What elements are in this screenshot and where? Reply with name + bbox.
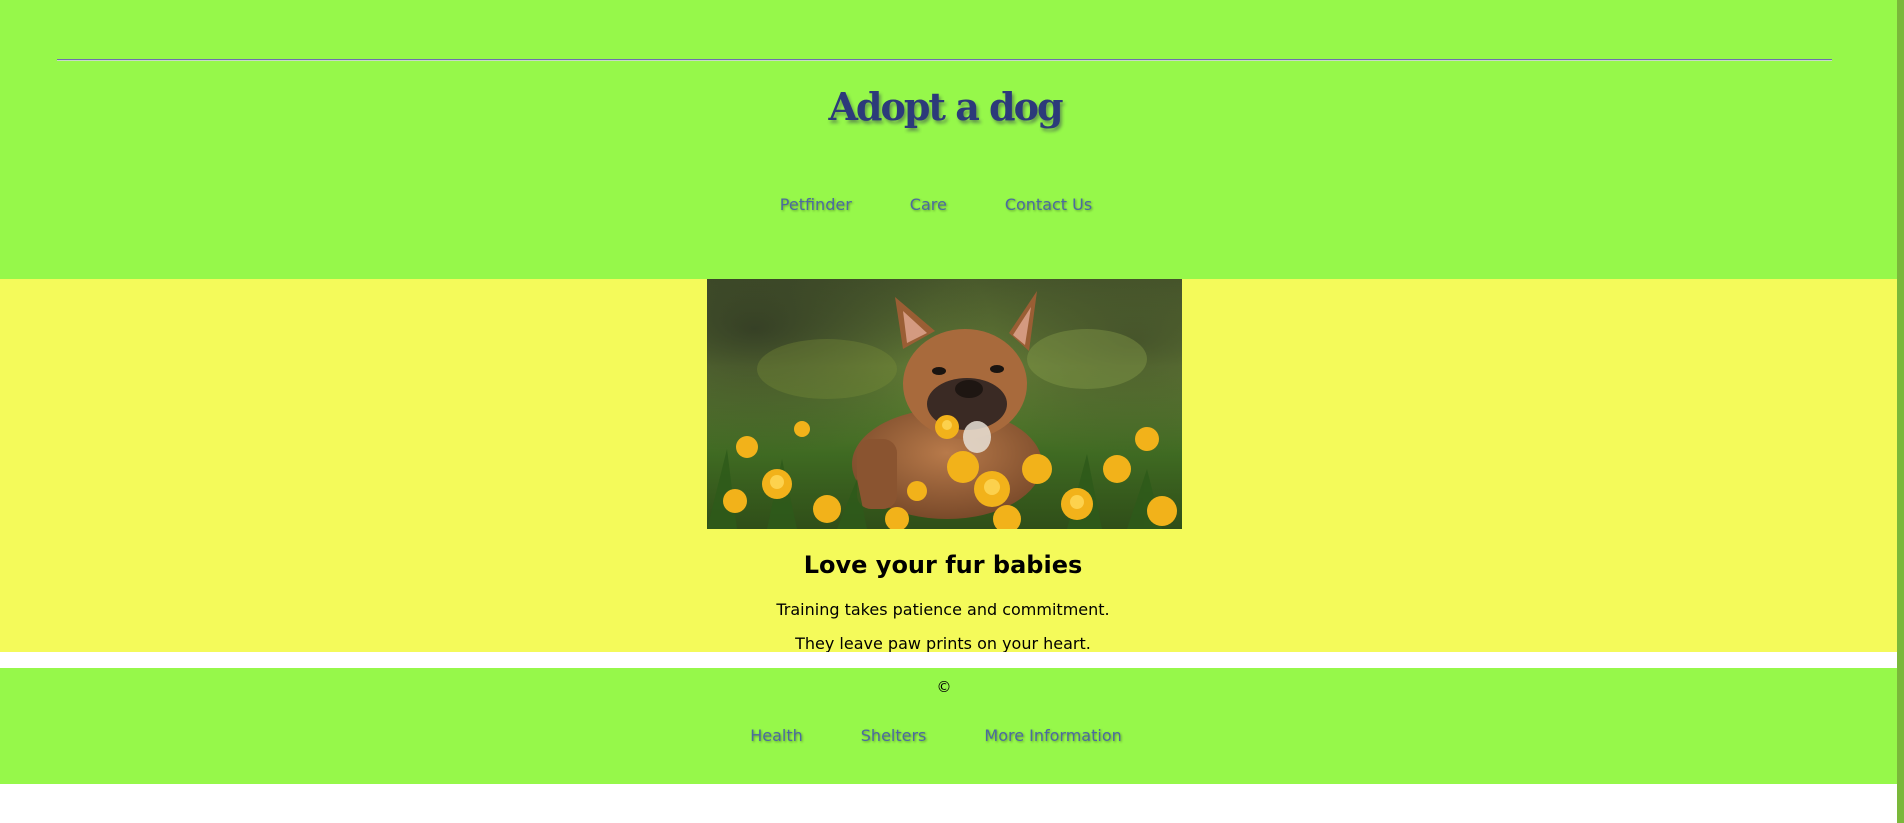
nav-link-care[interactable]: Care [910, 195, 947, 214]
site-title: Adopt a dog [828, 84, 1063, 129]
hero-text-line-1: Training takes patience and commitment. [776, 600, 1110, 619]
hero-section: Love your fur babies Training takes pati… [0, 279, 1897, 653]
copyright-symbol: © [936, 678, 952, 696]
section-spacer [0, 652, 1897, 668]
window-right-edge [1897, 0, 1904, 823]
top-navigation: Petfinder Care Contact Us [0, 195, 1872, 214]
nav-link-petfinder[interactable]: Petfinder [780, 195, 852, 214]
page: Adopt a dog Petfinder Care Contact Us Lo… [0, 0, 1904, 823]
footer-link-shelters[interactable]: Shelters [861, 726, 927, 745]
nav-link-contact-us[interactable]: Contact Us [1005, 195, 1092, 214]
footer-navigation: Health Shelters More Information [0, 726, 1872, 745]
hero-text-line-2: They leave paw prints on your heart. [795, 634, 1091, 653]
footer-link-health[interactable]: Health [750, 726, 803, 745]
header-divider [57, 59, 1832, 61]
site-footer: © Health Shelters More Information [0, 668, 1897, 784]
site-header: Adopt a dog Petfinder Care Contact Us [0, 0, 1897, 279]
hero-heading: Love your fur babies [803, 551, 1083, 579]
hero-dog-image [707, 279, 1182, 529]
footer-link-more-information[interactable]: More Information [984, 726, 1121, 745]
